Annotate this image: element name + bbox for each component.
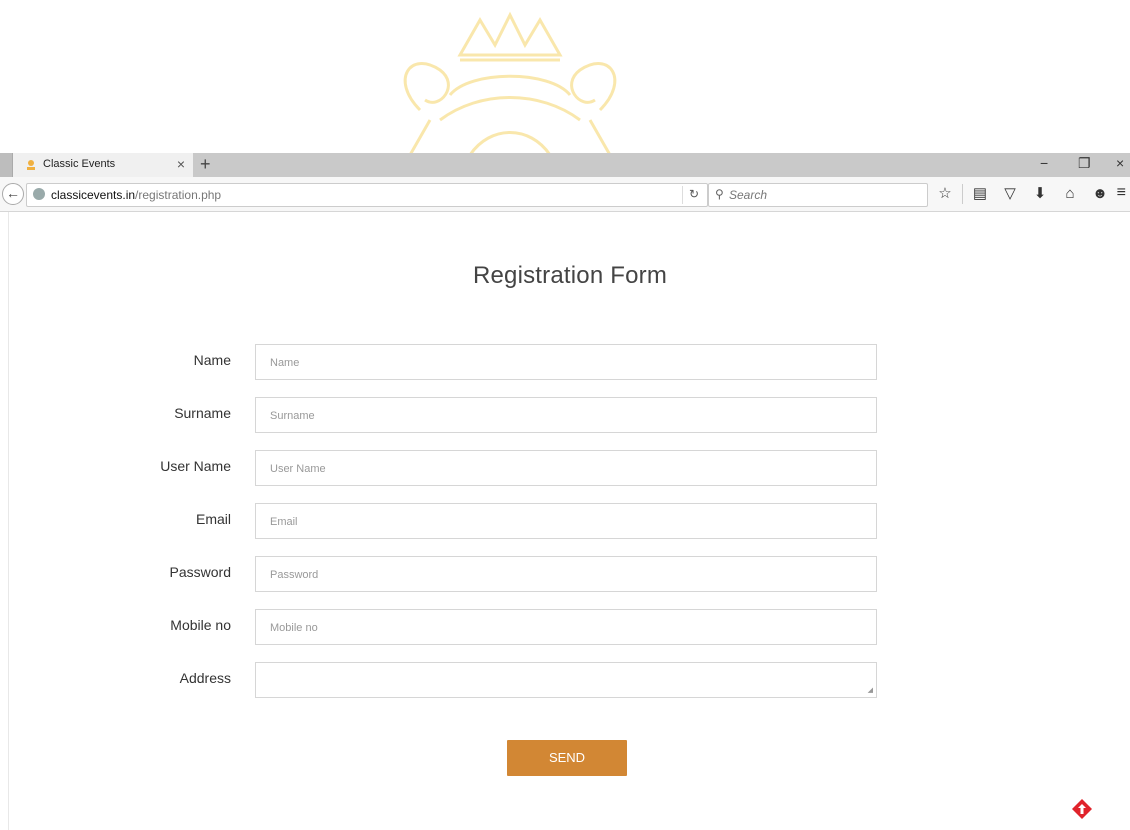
mobile-label: Mobile no: [170, 617, 231, 633]
home-icon[interactable]: ⌂: [1055, 184, 1085, 204]
form-row-mobile: Mobile no Mobile no: [9, 609, 1130, 649]
form-row-name: Name Name: [9, 344, 1130, 384]
watermark-logo: [403, 11, 617, 155]
site-info-icon[interactable]: [33, 188, 45, 200]
url-text: classicevents.in/registration.php: [51, 188, 221, 202]
form-row-address: Address ◢: [9, 662, 1130, 702]
form-row-username: User Name User Name: [9, 450, 1130, 490]
favicon-icon: [27, 160, 35, 170]
address-label: Address: [179, 670, 231, 686]
name-label: Name: [193, 352, 231, 368]
star-icon[interactable]: ☆: [930, 184, 960, 204]
email-input[interactable]: Email: [255, 503, 877, 539]
name-input[interactable]: Name: [255, 344, 877, 380]
url-host: classicevents.in: [51, 188, 136, 202]
toolbar-divider: [962, 184, 963, 204]
page-content: Registration Form Name Name Surname Surn…: [8, 212, 1130, 830]
back-arrow-icon: ←: [6, 185, 20, 201]
url-divider: [682, 186, 683, 204]
resize-grip-icon[interactable]: ◢: [868, 686, 873, 694]
tab-title: Classic Events: [43, 158, 116, 170]
username-label: User Name: [160, 458, 231, 474]
address-textarea[interactable]: ◢: [255, 662, 877, 698]
mobile-placeholder: Mobile no: [270, 622, 318, 634]
form-row-surname: Surname Surname: [9, 397, 1130, 437]
mobile-input[interactable]: Mobile no: [255, 609, 877, 645]
reading-list-icon[interactable]: ▤: [965, 184, 995, 204]
url-bar[interactable]: classicevents.in/registration.php ↻: [26, 183, 708, 207]
restore-button[interactable]: ❐: [1078, 155, 1091, 172]
form-row-email: Email Email: [9, 503, 1130, 543]
search-input[interactable]: ⚲ Search: [708, 183, 928, 207]
password-placeholder: Password: [270, 569, 319, 581]
email-label: Email: [195, 511, 231, 527]
surname-label: Surname: [174, 405, 231, 421]
username-input[interactable]: User Name: [255, 450, 877, 486]
toolbar-icons: ☆ ▤ ▽ ⬇ ⌂ ☻: [930, 184, 1115, 204]
send-button[interactable]: SEND: [507, 740, 627, 776]
page-title: Registration Form: [472, 262, 668, 289]
password-input[interactable]: Password: [255, 556, 877, 592]
username-placeholder: User Name: [270, 463, 326, 475]
search-placeholder: Search: [729, 188, 768, 202]
download-icon[interactable]: ⬇: [1025, 184, 1055, 204]
reload-icon[interactable]: ↻: [689, 187, 699, 201]
name-placeholder: Name: [270, 357, 300, 369]
surname-input[interactable]: Surname: [255, 397, 877, 433]
new-tab-button[interactable]: +: [200, 154, 211, 174]
surname-placeholder: Surname: [270, 410, 315, 422]
email-placeholder: Email: [270, 516, 298, 528]
back-button[interactable]: ←: [2, 183, 24, 205]
browser-tab-strip: Classic Events × + − ❐ ×: [0, 153, 1130, 177]
browser-navbar: ← classicevents.in/registration.php ↻ ⚲ …: [0, 177, 1130, 212]
form-row-password: Password Password: [9, 556, 1130, 596]
tab-close-icon[interactable]: ×: [177, 156, 185, 172]
menu-icon[interactable]: ≡: [1117, 184, 1126, 202]
pocket-icon[interactable]: ▽: [995, 184, 1025, 204]
password-label: Password: [169, 564, 231, 580]
url-path: /registration.php: [135, 188, 222, 202]
minimize-button[interactable]: −: [1040, 155, 1048, 171]
tab-strip-edge: [0, 153, 12, 177]
scroll-to-top-icon[interactable]: [1071, 798, 1093, 820]
close-window-button[interactable]: ×: [1116, 155, 1124, 171]
browser-tab[interactable]: Classic Events ×: [12, 153, 193, 177]
search-icon: ⚲: [715, 187, 724, 201]
smiley-icon[interactable]: ☻: [1085, 184, 1115, 204]
